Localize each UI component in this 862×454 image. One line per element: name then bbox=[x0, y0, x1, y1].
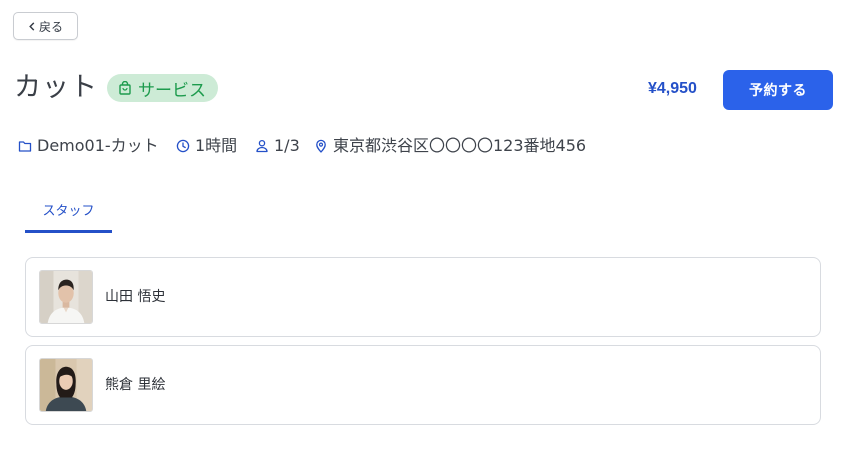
service-type-badge-label: サービス bbox=[138, 80, 206, 101]
staff-photo-woman bbox=[40, 359, 92, 411]
clock-icon bbox=[176, 139, 190, 153]
meta-duration: 1時間 bbox=[176, 135, 237, 157]
staff-name: 山田 悟史 bbox=[105, 289, 166, 305]
chevron-left-icon bbox=[29, 21, 35, 31]
tab-staff-label: スタッフ bbox=[42, 204, 95, 219]
staff-card[interactable]: 熊倉 里絵 bbox=[25, 345, 821, 425]
meta-duration-label: 1時間 bbox=[195, 136, 238, 155]
tab-staff[interactable]: スタッフ bbox=[25, 195, 112, 233]
folder-icon bbox=[18, 141, 32, 152]
meta-address-label: 東京都渋谷区〇〇〇〇123番地456 bbox=[333, 136, 587, 155]
staff-card[interactable]: 山田 悟史 bbox=[25, 257, 821, 337]
meta-category-label: Demo01-カット bbox=[37, 136, 159, 155]
meta-capacity-label: 1/3 bbox=[274, 136, 300, 155]
user-icon bbox=[256, 139, 268, 153]
service-price: ¥4,950 bbox=[648, 80, 697, 97]
meta-address: 東京都渋谷区〇〇〇〇123番地456 bbox=[314, 135, 586, 157]
page-title: カット bbox=[14, 72, 98, 103]
map-pin-icon bbox=[316, 139, 326, 153]
back-button-label: 戻る bbox=[38, 19, 63, 34]
back-button[interactable]: 戻る bbox=[13, 12, 78, 40]
staff-avatar bbox=[39, 270, 93, 324]
meta-capacity: 1/3 bbox=[255, 135, 300, 157]
meta-category: Demo01-カット bbox=[18, 135, 159, 157]
staff-name: 熊倉 里絵 bbox=[105, 377, 166, 393]
shopping-bag-icon bbox=[119, 81, 131, 95]
staff-photo-man bbox=[40, 271, 92, 323]
service-type-badge: サービス bbox=[107, 74, 218, 102]
staff-avatar bbox=[39, 358, 93, 412]
book-button[interactable]: 予約する bbox=[723, 70, 833, 110]
